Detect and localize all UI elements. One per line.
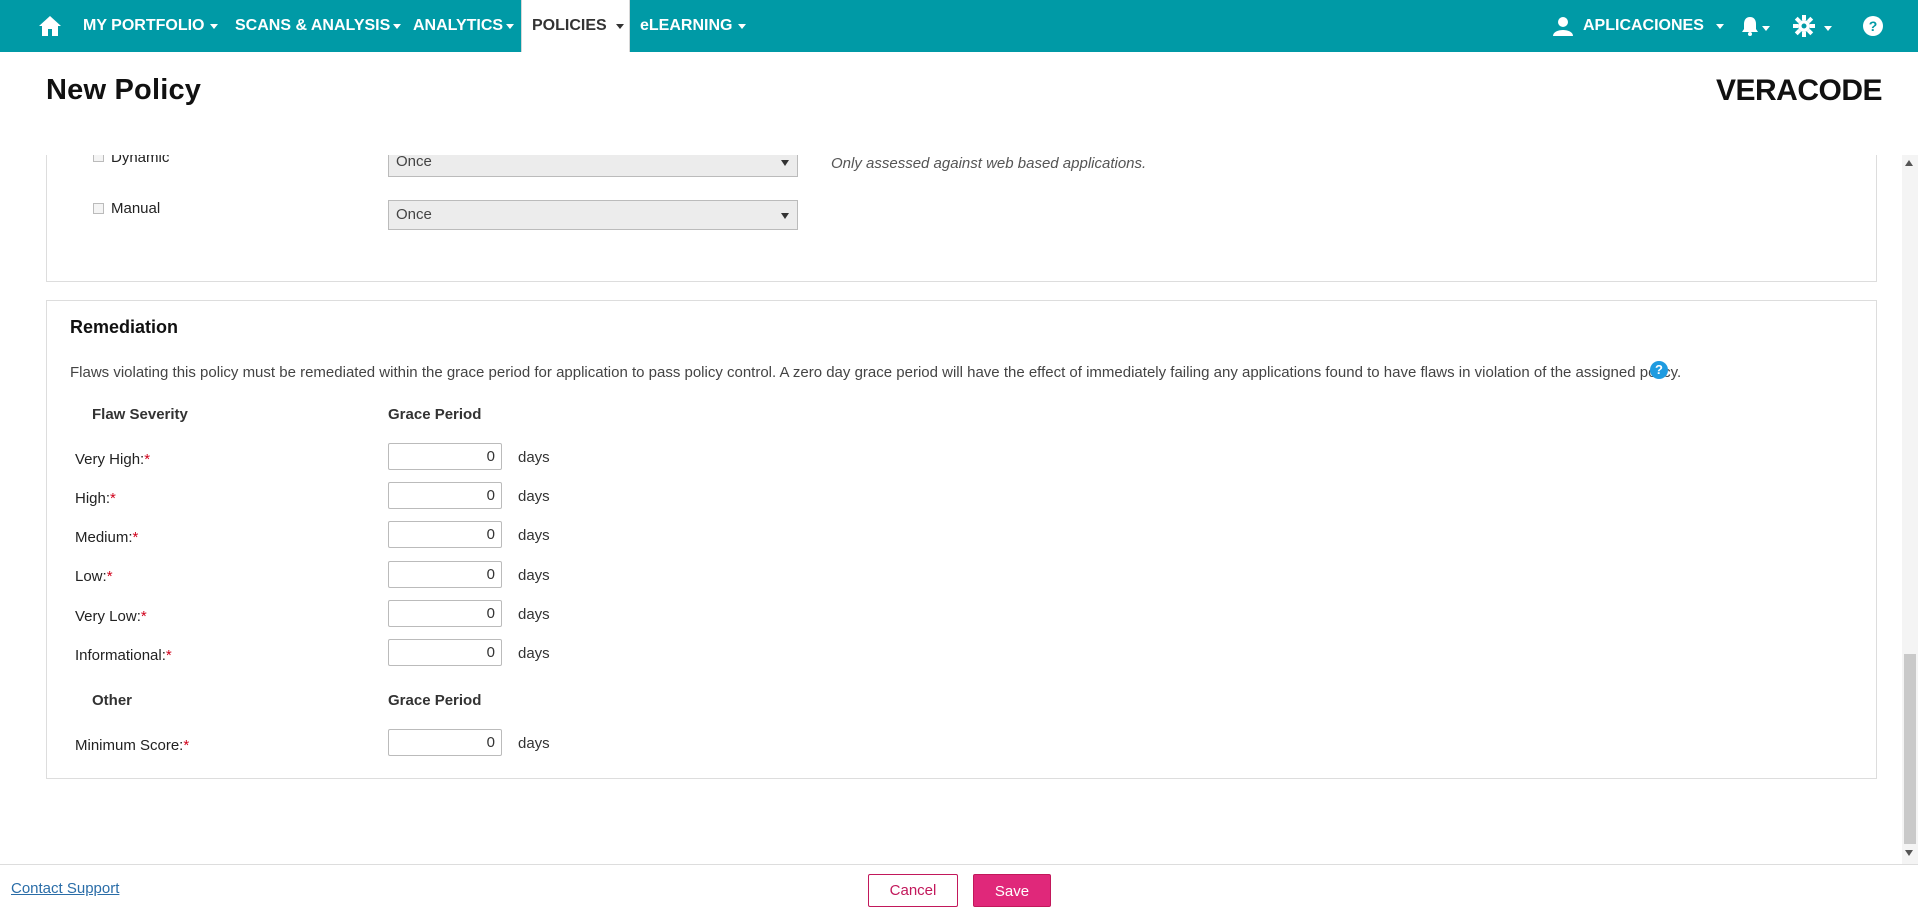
other-header: Other [92, 692, 133, 709]
nav-analytics-label: ANALYTICS [413, 17, 504, 34]
save-button[interactable]: Save [973, 874, 1051, 907]
dropdown-arrow-icon [781, 160, 789, 166]
medium-label: Medium:* [75, 529, 138, 546]
dynamic-note: Only assessed against web based applicat… [831, 155, 1147, 172]
high-label: High:* [75, 490, 116, 507]
informational-label: Informational:* [75, 647, 172, 664]
high-label-text: High: [75, 490, 111, 507]
minimum-score-label-text: Minimum Score: [75, 737, 184, 754]
policy-form-scroll-area: Dynamic Once Only assessed against web b… [0, 155, 1918, 864]
scroll-up-arrow-icon[interactable] [1905, 160, 1913, 166]
very-high-label-text: Very High: [75, 451, 145, 468]
manual-frequency-value: Once [396, 206, 432, 223]
medium-label-text: Medium: [75, 529, 133, 546]
settings-menu[interactable] [1793, 0, 1832, 52]
user-menu[interactable]: APLICACIONES [1553, 0, 1724, 52]
cancel-button[interactable]: Cancel [868, 874, 958, 907]
nav-my-portfolio[interactable]: MY PORTFOLIO [83, 0, 219, 52]
gear-icon [1793, 15, 1815, 37]
remediation-description: Flaws violating this policy must be reme… [70, 364, 1682, 381]
days-unit: days [518, 449, 550, 466]
page-title: New Policy [46, 74, 202, 106]
other-grace-period-header: Grace Period [388, 692, 482, 709]
user-menu-label: APLICACIONES [1583, 17, 1704, 34]
days-unit: days [518, 606, 550, 623]
footer-bar: Contact Support Cancel Save [0, 864, 1918, 912]
low-label-text: Low: [75, 568, 107, 585]
nav-scans-analysis-label: SCANS & ANALYSIS [235, 17, 391, 34]
dynamic-frequency-select[interactable]: Once [388, 155, 798, 177]
help-icon[interactable]: ? [1650, 361, 1668, 379]
days-unit: days [518, 488, 550, 505]
chevron-down-icon [506, 23, 515, 29]
required-marker: * [144, 451, 151, 468]
dynamic-frequency-value: Once [396, 155, 432, 170]
notifications-menu[interactable] [1740, 0, 1770, 52]
nav-elearning-label: eLEARNING [640, 17, 733, 34]
manual-frequency-select[interactable]: Once [388, 200, 798, 230]
minimum-score-grace-input[interactable]: 0 [388, 729, 502, 756]
days-unit: days [518, 735, 550, 752]
bell-icon [1742, 17, 1758, 36]
nav-my-portfolio-label: MY PORTFOLIO [83, 17, 205, 34]
manual-checkbox[interactable] [93, 203, 104, 214]
chevron-down-icon [738, 23, 747, 29]
nav-policies-label: POLICIES [532, 17, 607, 34]
minimum-score-label: Minimum Score:* [75, 737, 189, 754]
nav-scans-analysis[interactable]: SCANS & ANALYSIS [235, 0, 402, 52]
high-grace-input[interactable]: 0 [388, 482, 502, 509]
help-menu[interactable]: ? [1862, 0, 1884, 52]
very-low-grace-input[interactable]: 0 [388, 600, 502, 627]
scrollbar-thumb[interactable] [1904, 654, 1916, 844]
informational-grace-input[interactable]: 0 [388, 639, 502, 666]
flaw-severity-header: Flaw Severity [92, 406, 188, 423]
required-marker: * [106, 568, 113, 585]
days-unit: days [518, 645, 550, 662]
low-grace-input[interactable]: 0 [388, 561, 502, 588]
veracode-logo: VERACODE [1716, 74, 1883, 107]
dynamic-checkbox[interactable] [93, 155, 104, 162]
required-marker: * [110, 490, 116, 507]
nav-analytics[interactable]: ANALYTICS [413, 0, 515, 52]
required-marker: * [183, 737, 190, 754]
dynamic-label: Dynamic [111, 155, 170, 166]
very-low-label-text: Very Low: [75, 608, 141, 625]
remediation-title: Remediation [70, 317, 179, 337]
grace-period-header: Grace Period [388, 406, 482, 423]
required-marker: * [165, 647, 172, 664]
svg-text:?: ? [1869, 18, 1878, 34]
dropdown-arrow-icon [781, 213, 789, 219]
chevron-down-icon [1762, 25, 1770, 31]
chevron-down-icon [615, 23, 624, 29]
required-marker: * [140, 608, 147, 625]
days-unit: days [518, 567, 550, 584]
low-label: Low:* [75, 568, 113, 585]
required-marker: * [132, 529, 139, 546]
nav-elearning[interactable]: eLEARNING [640, 0, 747, 52]
home-icon[interactable] [38, 0, 62, 52]
manual-label: Manual [111, 200, 161, 217]
informational-label-text: Informational: [75, 647, 166, 664]
top-navigation-bar: MY PORTFOLIO SCANS & ANALYSIS ANALYTICS … [0, 0, 1918, 52]
help-icon: ? [1863, 16, 1883, 36]
chevron-down-icon [210, 23, 219, 29]
chevron-down-icon [393, 23, 402, 29]
chevron-down-icon [1824, 25, 1832, 31]
nav-policies[interactable]: POLICIES [521, 0, 630, 52]
very-low-label: Very Low:* [75, 608, 147, 625]
user-icon [1553, 17, 1573, 36]
scan-frequency-panel [46, 155, 1877, 282]
medium-grace-input[interactable]: 0 [388, 521, 502, 548]
contact-support-link[interactable]: Contact Support [11, 880, 119, 897]
days-unit: days [518, 527, 550, 544]
very-high-grace-input[interactable]: 0 [388, 443, 502, 470]
very-high-label: Very High:* [75, 451, 150, 468]
chevron-down-icon [1715, 23, 1724, 29]
scroll-down-arrow-icon[interactable] [1905, 850, 1913, 856]
